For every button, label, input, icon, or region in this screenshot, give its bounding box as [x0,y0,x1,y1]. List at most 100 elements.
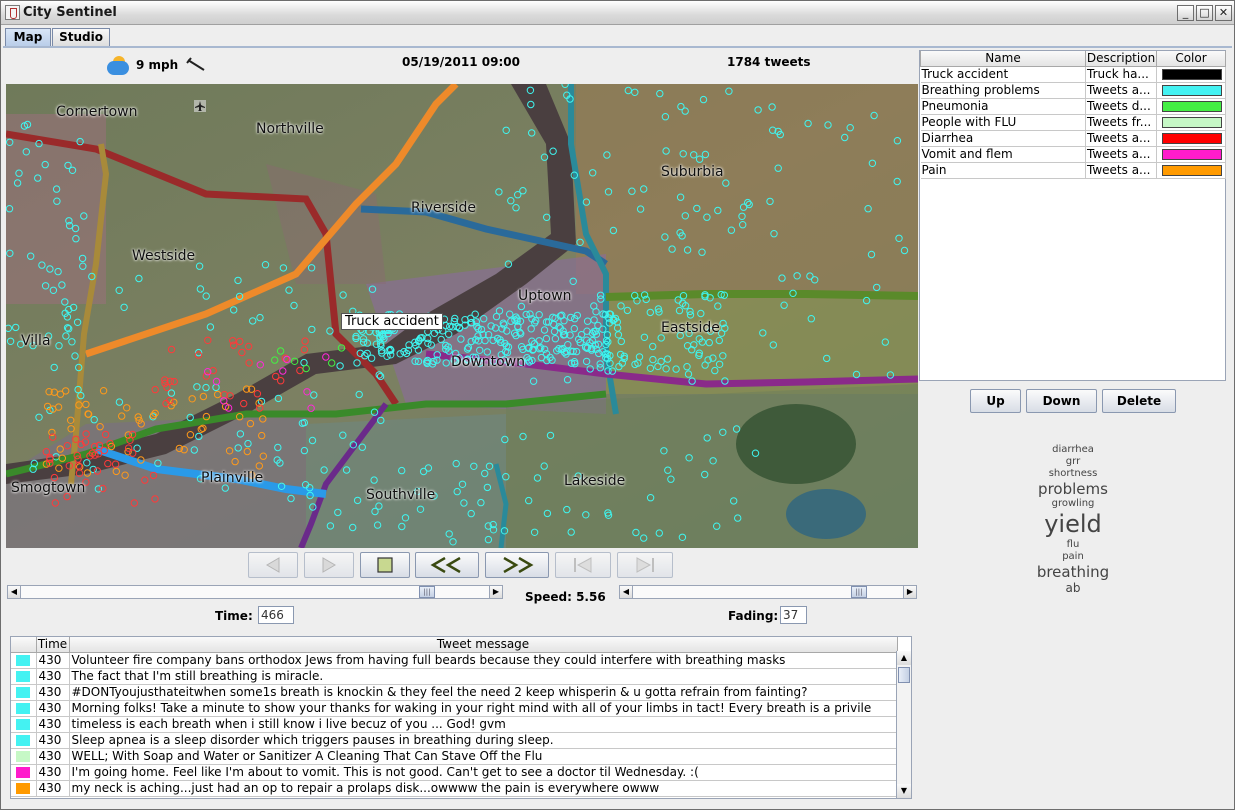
legend-row-color[interactable] [1156,82,1226,99]
scroll-up-icon[interactable]: ▲ [897,651,911,665]
tweet-message: I'm going home. Feel like I'm about to v… [69,764,898,781]
legend-row-color[interactable] [1156,66,1226,83]
legend-row[interactable]: Vomit and flem Tweets a... [920,146,1226,163]
map-label-westside: Westside [132,248,196,264]
legend-row-name: Pneumonia [920,98,1086,115]
stop-button[interactable] [360,552,410,578]
legend-row-name: Diarrhea [920,130,1086,147]
close-icon[interactable]: ✕ [1215,5,1232,21]
tweet-time: 430 [36,668,70,685]
legend-header-description[interactable]: Description [1085,51,1157,67]
legend-row-color[interactable] [1156,162,1226,179]
airport-icon [194,100,206,112]
tweet-message: my neck is aching...just had an op to re… [69,780,898,797]
status-bar: 9 mph 05/19/2011 09:00 1784 tweets [7,51,917,81]
legend-row-color[interactable] [1156,98,1226,115]
legend-row-name: Breathing problems [920,82,1086,99]
tweet-row[interactable]: 430 Volunteer fire company bans orthodox … [11,652,898,669]
skip-start-icon [574,557,592,573]
tweet-time: 430 [36,684,70,701]
fading-slider[interactable]: ◀ ||| ▶ [619,585,917,599]
legend-row-color[interactable] [1156,146,1226,163]
tweet-row[interactable]: 430 I'm going home. Feel like I'm about t… [11,764,898,781]
tweet-header-time[interactable]: Time [36,637,70,653]
fast-forward-button[interactable] [485,552,549,578]
tweet-row[interactable]: 430 my neck is aching...just had an op to… [11,780,898,797]
tweet-category-swatch [16,750,30,762]
java-app-icon [5,5,20,20]
tweet-row[interactable]: 430 The fact that I'm still breathing is … [11,668,898,685]
city-map[interactable]: Cornertown Northville Suburbia Riverside… [6,84,918,548]
slider-right-arrow-icon[interactable]: ▶ [489,586,502,598]
tweet-row[interactable]: 430 #DONTyoujusthateitwhen some1s breath … [11,684,898,701]
time-field[interactable]: 466 [258,606,294,624]
fading-slider-thumb[interactable]: ||| [851,586,867,598]
up-button[interactable]: Up [970,389,1021,413]
legend-row[interactable]: Breathing problems Tweets a... [920,82,1226,99]
tweet-header-color[interactable] [11,637,37,653]
tab-divider [3,46,1232,48]
map-label-smogtown: Smogtown [11,480,86,496]
tweet-row[interactable]: 430 WELL; With Soap and Water or Sanitize… [11,748,898,765]
tweet-row[interactable]: 430 timeless is each breath when i still … [11,716,898,733]
color-swatch [1162,84,1222,96]
legend-row-description: Tweets a... [1085,146,1157,163]
step-back-button[interactable] [248,552,298,578]
rewind-button[interactable] [415,552,479,578]
scroll-down-icon[interactable]: ▼ [897,784,911,798]
speed-readout: Speed: 5.56 [525,590,606,604]
slider-right-arrow-icon[interactable]: ▶ [903,586,916,598]
fading-field[interactable]: 37 [780,606,807,624]
tweet-header-message[interactable]: Tweet message [69,637,898,653]
tweet-color-cell [11,732,37,749]
tweet-row[interactable]: 430 Morning folks! Take a minute to show … [11,700,898,717]
tweet-category-swatch [16,686,30,698]
tweet-time: 430 [36,716,70,733]
legend-row-color[interactable] [1156,114,1226,131]
tweet-color-cell [11,668,37,685]
cloud-word: flu [1066,538,1080,550]
slider-left-arrow-icon[interactable]: ◀ [8,586,21,598]
time-slider[interactable]: ◀ ||| ▶ [7,585,503,599]
map-label-cornertown: Cornertown [56,104,138,120]
map-label-southville: Southville [366,487,436,503]
tweet-color-cell [11,700,37,717]
map-label-northville: Northville [256,121,324,137]
down-button[interactable]: Down [1026,389,1097,413]
minimize-icon[interactable]: _ [1177,5,1194,21]
tweet-scrollbar[interactable]: ▲ ▼ [896,651,911,798]
legend-row-description: Tweets a... [1085,130,1157,147]
tweet-time: 430 [36,780,70,797]
map-label-uptown: Uptown [518,288,572,304]
fading-label: Fading: [728,609,779,623]
app-window: City Sentinel _ □ ✕ Map Studio 9 mph 05/… [0,0,1235,810]
time-slider-thumb[interactable]: ||| [419,586,435,598]
legend-row-color[interactable] [1156,130,1226,147]
tweet-color-cell [11,780,37,797]
legend-header-name[interactable]: Name [920,51,1086,67]
legend-row[interactable]: Pneumonia Tweets d... [920,98,1226,115]
skip-end-button[interactable] [617,552,673,578]
scroll-thumb[interactable] [898,667,910,683]
legend-header-color[interactable]: Color [1156,51,1226,67]
tweet-row[interactable]: 430 Sleep apnea is a sleep disorder which… [11,732,898,749]
truck-accident-label[interactable]: Truck accident [341,313,443,330]
play-button[interactable] [304,552,354,578]
district-southville [306,414,506,548]
legend-row[interactable]: People with FLU Tweets fr... [920,114,1226,131]
delete-button[interactable]: Delete [1102,389,1176,413]
legend-row[interactable]: Truck accident Truck ha... [920,66,1226,83]
map-label-plainville: Plainville [201,470,264,486]
skip-start-button[interactable] [555,552,611,578]
legend-row[interactable]: Pain Tweets a... [920,162,1226,179]
legend-row[interactable]: Diarrhea Tweets a... [920,130,1226,147]
tweet-message: #DONTyoujusthateitwhen some1s breath is … [69,684,898,701]
word-cloud: diarrhea grr shortness problems growling yiel… [1011,444,1135,595]
cloud-word: pain [1062,550,1084,562]
map-canvas[interactable] [6,84,918,548]
tab-map[interactable]: Map [5,28,51,47]
slider-left-arrow-icon[interactable]: ◀ [620,586,633,598]
tab-studio[interactable]: Studio [52,28,110,47]
legend-row-description: Truck ha... [1085,66,1157,83]
maximize-icon[interactable]: □ [1196,5,1213,21]
